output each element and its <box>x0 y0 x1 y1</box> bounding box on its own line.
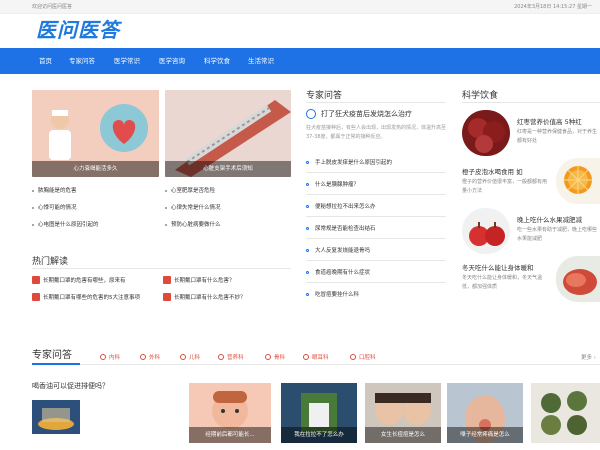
hot-item[interactable]: 长期戴口罩有什么危害不妙？ <box>163 292 246 303</box>
qa-thumb-caption-3: 女生长痘痘是怎么 <box>365 427 441 443</box>
diet-section-title: 科学饮食 <box>462 91 499 101</box>
list-item[interactable]: 预防心脏病要做什么 <box>165 220 221 230</box>
tab-icon <box>218 353 224 360</box>
nav-scientific-diet[interactable]: 科学饮食 <box>204 48 230 74</box>
tab-icon <box>265 353 271 360</box>
tab-dental[interactable]: 口腔科 <box>350 353 376 363</box>
list-item[interactable]: 大人反复发烧能退骨吗 <box>306 246 370 256</box>
article-icon <box>32 275 40 284</box>
divider <box>32 364 600 365</box>
hot-item[interactable]: 长期戴口罩的危害有哪些，原来有 <box>32 275 126 286</box>
nav-life-knowledge[interactable]: 生活常识 <box>248 48 274 74</box>
diet-desc-1: 红枣是一种营养保健食品，对于养生都有好处 <box>517 129 597 144</box>
qa-lead-image[interactable] <box>32 400 80 434</box>
expert-lead-title[interactable]: 打了狂犬疫苗后发烧怎么治疗 <box>321 109 412 119</box>
expert-lead-desc: 狂犬疫苗接种后，有些人会出现，出现发热的情况，体温升高至37-38度，都属于正常… <box>306 125 446 140</box>
qa-thumb-2[interactable]: 我在拉拉不了怎么办 <box>281 383 357 443</box>
main-nav: 首页 专家问答 医学常识 医学咨询 科学饮食 生活常识 <box>0 48 600 74</box>
divider <box>306 172 446 173</box>
expert-section-title: 专家问答 <box>306 91 343 101</box>
diet-desc-4: 冬天吃什么能让身体暖和，冬天气温低，都加强体质 <box>462 275 543 290</box>
tab-pediatrics[interactable]: 儿科 <box>180 353 200 363</box>
tab-surgery[interactable]: 外科 <box>140 353 160 363</box>
site-logo[interactable]: 医问医答 <box>36 17 120 43</box>
list-item[interactable]: 心室肥厚是否危险 <box>165 186 215 196</box>
list-item[interactable]: 尿常规是否能检查出结石 <box>306 224 376 234</box>
hot-item[interactable]: 长期戴口罩有什么危害？ <box>163 275 235 286</box>
article-icon <box>163 292 171 301</box>
nav-expert-qa[interactable]: 专家问答 <box>69 48 95 74</box>
article-icon <box>163 275 171 284</box>
list-item[interactable]: 心电图是什么原因引起的 <box>32 220 99 230</box>
qa-section-title: 专家问答 <box>32 350 72 361</box>
hot-section-title: 热门解读 <box>32 257 69 267</box>
list-item[interactable]: 便秘想拉拉不出来怎么办 <box>306 202 376 212</box>
featured-card-1[interactable]: 心力衰竭能活多久 <box>32 90 159 177</box>
diet-image-2[interactable] <box>556 158 600 204</box>
tab-icon <box>100 353 106 360</box>
qa-thumb-4[interactable]: 嗓子经常疼痛是怎么 <box>447 383 523 443</box>
qa-thumb-3[interactable]: 女生长痘痘是怎么 <box>365 383 441 443</box>
divider <box>306 194 446 195</box>
qa-thumb-caption-2: 我在拉拉不了怎么办 <box>281 427 357 443</box>
divider <box>306 282 446 283</box>
diet-image-4[interactable] <box>556 256 600 302</box>
tab-internal[interactable]: 内科 <box>100 353 120 363</box>
diet-image-3[interactable] <box>462 208 510 254</box>
article-icon <box>32 292 40 301</box>
tab-orthopedics[interactable]: 骨科 <box>265 353 285 363</box>
diet-title-1[interactable]: 红枣营养价值高 5种红 <box>517 116 582 126</box>
diet-image-1[interactable] <box>462 110 510 156</box>
list-item[interactable]: 什么是胰腺肿瘤？ <box>306 180 359 190</box>
more-link[interactable]: 更多 › <box>581 353 596 361</box>
diet-desc-2: 橙子的营养价值很丰富，一般都都有用量小方法 <box>462 179 548 194</box>
list-item[interactable]: 手上脱皮发痒是什么原因引起的 <box>306 158 392 168</box>
diet-title-2[interactable]: 橙子皮泡水喝食用 如 <box>462 166 523 176</box>
tab-icon <box>350 353 356 360</box>
nav-medical-consult[interactable]: 医学咨询 <box>159 48 185 74</box>
qa-thumb-5[interactable] <box>531 383 600 443</box>
divider <box>306 260 446 261</box>
top-bar: 欢迎访问医问医答 2024年3月18日 14:15:27 星期一 <box>0 0 600 14</box>
featured-caption-1: 心力衰竭能活多久 <box>32 161 159 177</box>
list-item[interactable]: 心律失常是什么情况 <box>165 203 221 213</box>
divider <box>306 238 446 239</box>
qa-thumb-1[interactable]: 经期前后都可能长... <box>189 383 271 443</box>
list-item[interactable]: 脓胸能是的危害 <box>32 186 77 196</box>
divider <box>462 102 600 103</box>
featured-caption-2: 心脏支架手术后须知 <box>165 161 291 177</box>
chat-icon <box>306 109 316 119</box>
tab-icon <box>140 353 146 360</box>
diet-title-4[interactable]: 冬天吃什么能让身体暖和 <box>462 262 534 272</box>
list-item[interactable]: 吃冒痘要挂什么科 <box>306 290 359 300</box>
diet-title-3[interactable]: 晚上吃什么水果减肥减 <box>517 214 582 224</box>
qa-thumb-caption-1: 经期前后都可能长... <box>189 427 271 443</box>
tab-nutrition[interactable]: 营养科 <box>218 353 244 363</box>
nav-home[interactable]: 首页 <box>39 48 52 74</box>
featured-card-2[interactable]: 心脏支架手术后须知 <box>165 90 291 177</box>
welcome-text: 欢迎访问医问医答 <box>32 4 73 10</box>
hot-item[interactable]: 长期戴口罩有哪些的危害的5大注意事项 <box>32 292 140 303</box>
diet-desc-3: 吃一些水果有助于减肥，晚上吃哪些水果能减肥 <box>517 227 597 242</box>
list-item[interactable]: 心悸可能的情况 <box>32 203 77 213</box>
qa-lead-question[interactable]: 喝香油可以促进排便吗？ <box>32 381 109 391</box>
divider <box>32 268 291 269</box>
divider <box>306 216 446 217</box>
tab-icon <box>303 353 309 360</box>
title-underline <box>32 363 80 365</box>
tab-ent[interactable]: 眼耳科 <box>303 353 329 363</box>
date-time: 2024年3月18日 14:15:27 星期一 <box>514 4 592 10</box>
divider <box>306 102 446 103</box>
list-item[interactable]: 食道癌晚期有什么症状 <box>306 268 370 278</box>
tab-icon <box>180 353 186 360</box>
qa-thumb-caption-4: 嗓子经常疼痛是怎么 <box>447 427 523 443</box>
nav-medical-knowledge[interactable]: 医学常识 <box>114 48 140 74</box>
